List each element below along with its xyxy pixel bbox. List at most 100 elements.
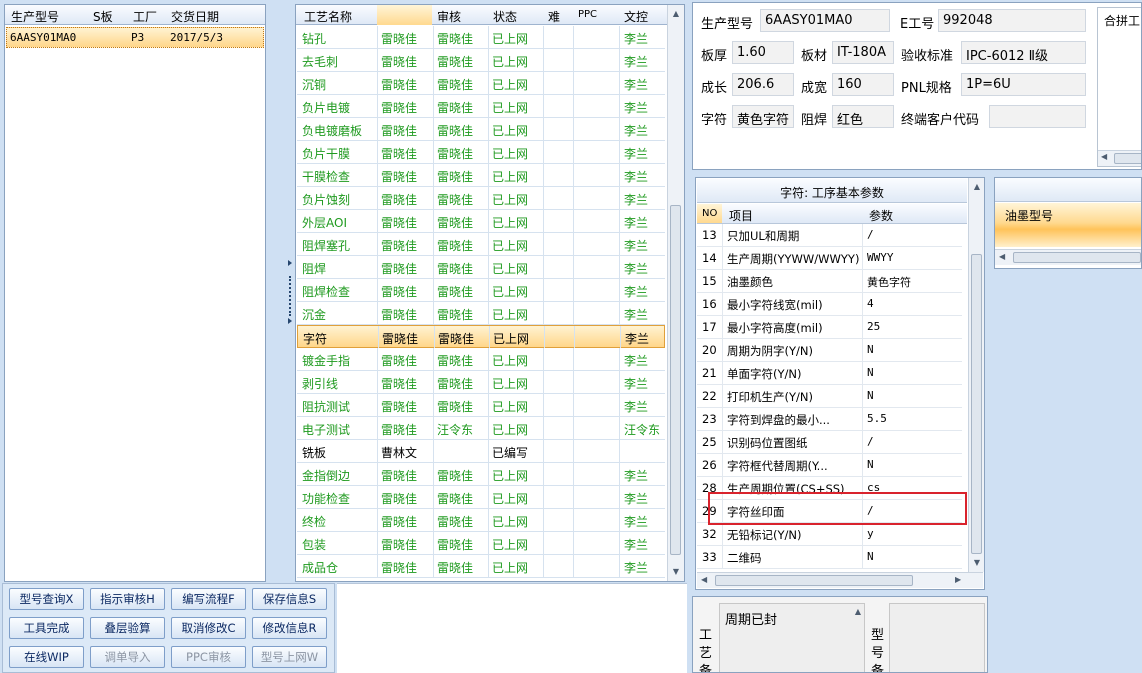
param-row[interactable]: 16 最小字符线宽(mil) 4 — [697, 293, 962, 316]
action-button[interactable]: 保存信息S — [252, 588, 327, 610]
param-scroll-down-icon[interactable]: ▼ — [970, 556, 984, 570]
col-header-process[interactable]: 工艺名称 — [304, 8, 352, 25]
scroll-thumb[interactable] — [670, 205, 681, 555]
char-field[interactable]: 黄色字符 — [732, 105, 794, 128]
param-vscroll[interactable]: ▲ ▼ — [968, 178, 984, 572]
param-row[interactable]: 33 二维码 N — [697, 546, 962, 569]
model-row[interactable]: 6AASY01MA0 P3 2017/5/3 — [6, 27, 264, 48]
param-row[interactable]: 32 无铅标记(Y/N) y — [697, 523, 962, 546]
action-button[interactable]: PPC审核 — [171, 646, 246, 668]
action-button[interactable]: 型号上网W — [252, 646, 327, 668]
param-row[interactable]: 25 识别码位置图纸 / — [697, 431, 962, 454]
process-row[interactable]: 干膜检查 雷晓佳 雷晓佳 已上网 李兰 — [297, 164, 665, 187]
action-button[interactable]: 指示审核H — [90, 588, 165, 610]
process-row[interactable]: 功能检查 雷晓佳 雷晓佳 已上网 李兰 — [297, 486, 665, 509]
action-button[interactable]: 在线WIP — [9, 646, 84, 668]
param-value: N — [867, 550, 874, 563]
param-scroll-left-icon[interactable]: ◀ — [701, 575, 707, 584]
param-value-header[interactable]: 参数 — [869, 207, 893, 224]
combine-hscroll[interactable]: ◀ — [1098, 150, 1141, 166]
combine-hthumb[interactable] — [1114, 153, 1141, 164]
ink-model-header[interactable]: 油墨型号 — [1005, 207, 1053, 224]
eno-field[interactable]: 992048 — [938, 9, 1086, 32]
param-row[interactable]: 20 周期为阴字(Y/N) N — [697, 339, 962, 362]
process-row[interactable]: 字符 雷晓佳 雷晓佳 已上网 李兰 — [297, 325, 665, 348]
process-row[interactable]: 终检 雷晓佳 雷晓佳 已上网 李兰 — [297, 509, 665, 532]
param-row[interactable]: 26 字符框代替周期(Y... N — [697, 454, 962, 477]
param-item-header[interactable]: 项目 — [729, 207, 753, 224]
param-row[interactable]: 21 单面字符(Y/N) N — [697, 362, 962, 385]
col-header-date[interactable]: 交货日期 — [171, 8, 219, 25]
col-header-model[interactable]: 生产型号 — [11, 8, 59, 25]
param-row[interactable]: 22 打印机生产(Y/N) N — [697, 385, 962, 408]
action-button[interactable]: 叠层验算 — [90, 617, 165, 639]
action-button[interactable]: 调单导入 — [90, 646, 165, 668]
col-header-sboard[interactable]: S板 — [93, 8, 113, 25]
memo-scroll-up-icon[interactable]: ▲ — [855, 607, 861, 616]
action-button[interactable]: 修改信息R — [252, 617, 327, 639]
process-row[interactable]: 金指倒边 雷晓佳 雷晓佳 已上网 李兰 — [297, 463, 665, 486]
col-header-ppc[interactable]: PPC — [578, 9, 597, 20]
length-field[interactable]: 206.6 — [732, 73, 794, 96]
col-header-reviewer[interactable]: 审核 — [437, 8, 461, 25]
action-button[interactable]: 型号查询X — [9, 588, 84, 610]
col-header-doc-control[interactable]: 文控 — [624, 8, 648, 25]
param-vthumb[interactable] — [971, 254, 982, 554]
process-row[interactable]: 沉铜 雷晓佳 雷晓佳 已上网 李兰 — [297, 72, 665, 95]
ink-hthumb[interactable] — [1013, 252, 1141, 263]
process-row[interactable]: 包装 雷晓佳 雷晓佳 已上网 李兰 — [297, 532, 665, 555]
process-row[interactable]: 电子测试 雷晓佳 汪令东 已上网 汪令东 — [297, 417, 665, 440]
process-row[interactable]: 负片电镀 雷晓佳 雷晓佳 已上网 李兰 — [297, 95, 665, 118]
mask-field[interactable]: 红色 — [832, 105, 894, 128]
process-row[interactable]: 负电镀磨板 雷晓佳 雷晓佳 已上网 李兰 — [297, 118, 665, 141]
col-divider — [377, 187, 378, 209]
param-row[interactable]: 15 油墨颜色 黄色字符 — [697, 270, 962, 293]
process-row[interactable]: 负片干膜 雷晓佳 雷晓佳 已上网 李兰 — [297, 141, 665, 164]
ink-scroll-left-icon[interactable]: ◀ — [999, 252, 1005, 261]
model-note-area[interactable] — [889, 603, 985, 672]
pnl-field[interactable]: 1P=6U — [961, 73, 1086, 96]
process-row[interactable]: 阻抗测试 雷晓佳 雷晓佳 已上网 李兰 — [297, 394, 665, 417]
thick-field[interactable]: 1.60 — [732, 41, 794, 64]
process-row[interactable]: 镀金手指 雷晓佳 雷晓佳 已上网 李兰 — [297, 348, 665, 371]
material-field[interactable]: IT-180A — [832, 41, 894, 64]
customer-field[interactable] — [989, 105, 1086, 128]
param-row[interactable]: 17 最小字符高度(mil) 25 — [697, 316, 962, 339]
col-header-difficulty[interactable]: 难 — [548, 8, 560, 25]
col-header-status[interactable]: 状态 — [493, 8, 517, 25]
process-row[interactable]: 阻焊塞孔 雷晓佳 雷晓佳 已上网 李兰 — [297, 233, 665, 256]
process-row[interactable]: 负片蚀刻 雷晓佳 雷晓佳 已上网 李兰 — [297, 187, 665, 210]
process-row[interactable]: 成品仓 雷晓佳 雷晓佳 已上网 李兰 — [297, 555, 665, 578]
process-row[interactable]: 去毛刺 雷晓佳 雷晓佳 已上网 李兰 — [297, 49, 665, 72]
param-scroll-up-icon[interactable]: ▲ — [970, 180, 984, 194]
scroll-down-icon[interactable]: ▼ — [669, 565, 683, 579]
process-row[interactable]: 阻焊 雷晓佳 雷晓佳 已上网 李兰 — [297, 256, 665, 279]
ink-hscroll[interactable]: ◀ — [995, 249, 1141, 265]
process-row[interactable]: 铣板 曹林文 已编写 — [297, 440, 665, 463]
param-hscroll[interactable]: ◀ ▶ — [697, 572, 983, 588]
process-reviewer: 雷晓佳 — [437, 170, 474, 184]
process-row[interactable]: 剥引线 雷晓佳 雷晓佳 已上网 李兰 — [297, 371, 665, 394]
memo-area[interactable]: 周期已封 ▲ — [719, 603, 865, 672]
param-scroll-right-icon[interactable]: ▶ — [955, 575, 961, 584]
param-row[interactable]: 23 字符到焊盘的最小... 5.5 — [697, 408, 962, 431]
action-button[interactable]: 编写流程F — [171, 588, 246, 610]
process-row[interactable]: 外层AOI 雷晓佳 雷晓佳 已上网 李兰 — [297, 210, 665, 233]
scroll-up-icon[interactable]: ▲ — [669, 7, 683, 21]
process-row[interactable]: 阻焊检查 雷晓佳 雷晓佳 已上网 李兰 — [297, 279, 665, 302]
standard-field[interactable]: IPC-6012 Ⅱ级 — [961, 41, 1086, 64]
scroll-left-icon[interactable]: ◀ — [1101, 152, 1107, 161]
action-button[interactable]: 取消修改C — [171, 617, 246, 639]
model-field[interactable]: 6AASY01MA0 — [760, 9, 890, 32]
action-button[interactable]: 工具完成 — [9, 617, 84, 639]
param-row[interactable]: 13 只加UL和周期 / — [697, 224, 962, 247]
process-row[interactable]: 钻孔 雷晓佳 雷晓佳 已上网 李兰 — [297, 26, 665, 49]
process-scrollbar[interactable]: ▲ ▼ — [667, 5, 684, 581]
param-row[interactable]: 14 生产周期(YYWW/WWYY) WWYY — [697, 247, 962, 270]
splitter-handle[interactable] — [287, 256, 293, 326]
width-field[interactable]: 160 — [832, 73, 894, 96]
process-row[interactable]: 沉金 雷晓佳 雷晓佳 已上网 李兰 — [297, 302, 665, 325]
process-status: 已上网 — [492, 78, 529, 92]
param-hthumb[interactable] — [715, 575, 913, 586]
col-header-factory[interactable]: 工厂 — [133, 8, 157, 25]
